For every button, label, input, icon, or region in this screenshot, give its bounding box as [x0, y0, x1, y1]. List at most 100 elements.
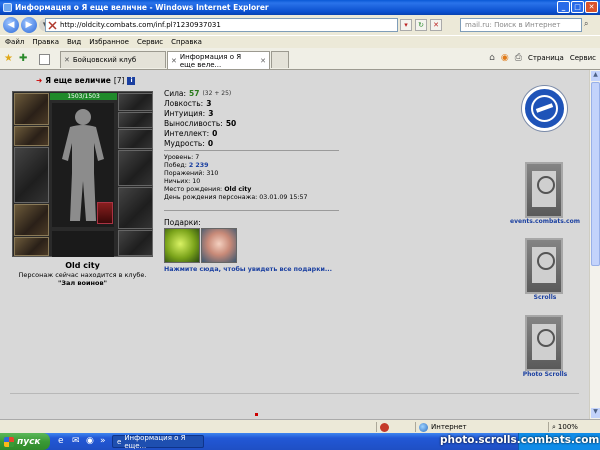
amulet-slot[interactable] [118, 112, 153, 128]
task-label: Информация о Я еще... [124, 433, 186, 450]
birthday-line: День рождения персонажа: 03.01.09 15:57 [164, 194, 308, 201]
stat-value: 3 [206, 99, 212, 108]
stat-value: 0 [207, 139, 214, 148]
info-icon[interactable]: i [127, 76, 136, 85]
tab-character-info[interactable]: ✕ Информация о Я еще веле... ✕ [167, 51, 270, 69]
scroll-down-icon[interactable]: ▼ [591, 408, 600, 418]
wins-line: Побед: 2 239 [164, 162, 308, 170]
stat-row: Ловкость: 3 [164, 99, 236, 109]
stat-value: 57 [189, 89, 200, 98]
zoom-level: 100% [557, 423, 578, 431]
events-banner-label[interactable]: events.combats.com [510, 218, 580, 225]
page-menu[interactable]: Страница [528, 54, 564, 62]
scrolls-banner[interactable] [525, 238, 563, 294]
start-button[interactable]: пуск [0, 433, 50, 450]
vertical-scrollbar[interactable]: ▲ ▼ [589, 70, 600, 419]
status-zone: Интернет [415, 422, 545, 432]
menu-edit[interactable]: Правка [32, 38, 59, 46]
scrolls-banner-label[interactable]: Scrolls [510, 294, 580, 301]
city-name: Old city [65, 261, 100, 270]
character-header: ➜ Я еще величие [7] i [36, 76, 136, 85]
stop-icon[interactable]: ✕ [430, 19, 442, 31]
combats-logo-icon[interactable] [522, 86, 567, 131]
menu-tools[interactable]: Сервис [137, 38, 163, 46]
menu-favorites[interactable]: Избранное [89, 38, 129, 46]
print-icon[interactable]: ⎙ [515, 53, 522, 63]
stats-panel: Сила: 57 (32 + 25) Ловкость: 3 Интуиция:… [164, 89, 236, 149]
tools-menu[interactable]: Сервис [570, 54, 596, 62]
red-marker [255, 413, 258, 416]
title-bar: Информацня о Я еще велнчне - Windows Int… [0, 0, 600, 15]
photo-scrolls-banner[interactable] [525, 315, 563, 371]
earring-slot[interactable] [118, 93, 153, 111]
gift-item[interactable] [201, 228, 237, 263]
menu-view[interactable]: Вид [67, 38, 81, 46]
stat-label: Сила: [164, 89, 187, 98]
minimize-button[interactable]: _ [557, 1, 570, 13]
close-window-button[interactable]: ✕ [585, 1, 598, 13]
losses-line: Поражений: 310 [164, 170, 219, 177]
new-tab-button[interactable] [271, 51, 289, 68]
feeds-icon[interactable]: ◉ [501, 53, 509, 63]
events-banner[interactable] [525, 162, 563, 218]
helmet-slot[interactable] [14, 93, 49, 125]
close-tab-icon[interactable]: ✕ [260, 57, 266, 65]
windows-flag-icon [4, 436, 14, 447]
search-input[interactable]: mail.ru: Поиск в Интернет [460, 18, 582, 32]
media-quicklaunch-icon[interactable]: ◉ [86, 436, 97, 447]
divider [164, 210, 339, 211]
armor-slot[interactable] [14, 204, 49, 236]
address-row: ◀ ▶ ▾ http://oldcity.combats.com/inf.pl?… [0, 15, 600, 35]
ie-task-icon: e [117, 437, 122, 446]
character-doll: 1503/1503 [12, 91, 153, 257]
refresh-icon[interactable]: ↻ [415, 19, 427, 31]
back-button[interactable]: ◀ [3, 17, 19, 33]
draws-line: Ничьих: 10 [164, 178, 201, 185]
forward-button[interactable]: ▶ [21, 17, 37, 33]
gifts-label: Подарки: [164, 218, 201, 227]
watermark: photo.scrolls.combats.com [440, 434, 600, 446]
ie-quicklaunch-icon[interactable]: e [58, 436, 69, 447]
arrow-icon: ➜ [36, 76, 43, 85]
search-icon[interactable]: ⌕ [584, 19, 596, 31]
divider [164, 150, 339, 151]
maximize-button[interactable]: □ [571, 1, 584, 13]
tab-site-icon: ✕ [171, 56, 177, 65]
blocked-icon [380, 422, 389, 432]
address-field[interactable]: http://oldcity.combats.com/inf.pl?123093… [45, 18, 398, 32]
quick-tabs-icon[interactable] [39, 54, 50, 65]
gloves-slot[interactable] [118, 150, 153, 186]
bracers-slot[interactable] [14, 126, 49, 146]
gift-item[interactable] [164, 228, 200, 263]
menu-file[interactable]: Файл [5, 38, 24, 46]
rings-slot[interactable] [118, 129, 153, 149]
menu-help[interactable]: Справка [171, 38, 202, 46]
address-dropdown-icon[interactable]: ▾ [400, 19, 412, 31]
mail-quicklaunch-icon[interactable]: ✉ [72, 436, 83, 447]
tab-label: Информация о Я еще веле... [179, 52, 242, 69]
scroll-thumb[interactable] [591, 82, 600, 266]
boots-slot[interactable] [118, 230, 153, 256]
gifts-link[interactable]: Нажмите сюда, чтобы увидеть все подарки.… [164, 266, 332, 273]
birthplace-line: Место рождения: Old city [164, 186, 308, 194]
location-info: Персонаж сейчас находится в клубе. "Зал … [12, 271, 153, 287]
favorites-star-icon[interactable]: ★ [4, 53, 15, 64]
belt-slot[interactable] [14, 237, 49, 256]
expand-quicklaunch-icon[interactable]: » [100, 436, 111, 447]
stat-row: Мудрость: 0 [164, 139, 236, 149]
add-favorites-icon[interactable]: ✚ [19, 53, 30, 64]
potion-slot[interactable] [97, 202, 113, 224]
wins-link[interactable]: 2 239 [189, 162, 209, 169]
scroll-up-icon[interactable]: ▲ [591, 71, 600, 81]
zoom-control[interactable]: ⌕ 100% [548, 422, 598, 432]
weapon-slot[interactable] [14, 147, 49, 203]
page-content: ➜ Я еще величие [7] i 1503/1503 Old city… [0, 70, 589, 419]
window-title: Информацня о Я еще велнчне - Windows Int… [15, 3, 269, 12]
taskbar-ie-window[interactable]: e Информация о Я еще... [112, 433, 204, 450]
tab-fight-club[interactable]: ✕ Бойцовский клуб [60, 51, 166, 68]
photo-scrolls-banner-label[interactable]: Photo Scrolls [510, 371, 580, 378]
address-url: http://oldcity.combats.com/inf.pl?123093… [60, 21, 221, 29]
shield-slot[interactable] [118, 187, 153, 229]
home-icon[interactable]: ⌂ [489, 53, 495, 63]
globe-icon [419, 422, 428, 432]
